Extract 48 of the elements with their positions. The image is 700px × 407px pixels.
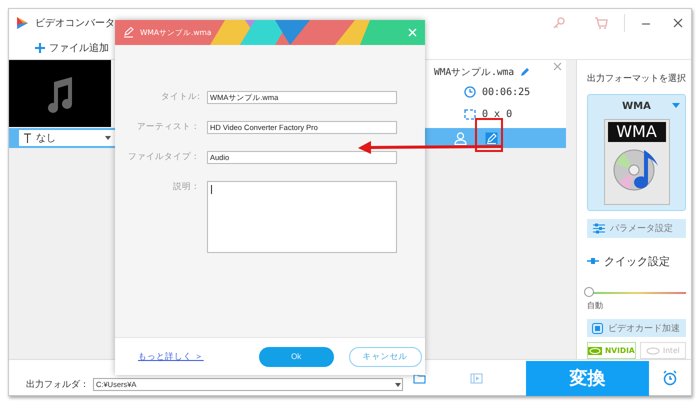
duration: 00:06:25 [482,86,530,98]
format-name: WMA [622,101,651,112]
output-folder-label: 出力フォルダ： [26,378,89,391]
subtitle-dropdown[interactable]: なし [19,130,115,146]
alarm-clock-icon[interactable] [662,370,678,386]
parameter-settings-button[interactable]: パラメータ設定 [587,218,686,238]
key-icon[interactable] [552,16,566,30]
field-label: タイトル: [160,91,200,104]
oval-logo-icon [646,346,660,354]
window-title: ビデオコンバータ [35,17,115,30]
person-icon[interactable] [454,132,467,144]
video-folder-icon[interactable] [470,372,483,384]
text-area[interactable] [207,181,397,253]
field-label: 説明： [172,181,200,194]
field-label: アーティスト： [136,121,200,134]
sliders-icon [593,222,605,234]
text-icon [23,133,32,143]
subtitle-value: なし [36,132,56,145]
dropdown-icon[interactable] [672,103,680,108]
plus-icon [35,43,45,53]
more-info-link[interactable]: もっと詳しく ＞ [138,350,204,362]
slider-label: 自動 [587,300,604,312]
caret-icon [105,136,111,140]
slider-thumb[interactable] [584,286,594,297]
clock-icon [464,86,476,98]
format-selector[interactable]: WMA WMA [587,94,686,211]
resolution: 0 x 0 [482,108,512,120]
folder-icon[interactable] [413,372,426,384]
chip-icon [592,322,603,334]
slider-icon [587,258,599,264]
pencil-icon[interactable] [520,67,530,77]
highlight-frame [475,118,503,152]
resolution-icon [464,108,476,120]
format-icon-label: WMA [608,122,666,142]
eye-logo-icon [588,346,602,354]
cart-icon[interactable] [594,16,608,30]
field-label: ファイルタイプ： [127,151,200,164]
panel-heading: 出力フォーマットを選択 [587,72,686,85]
edit-icon[interactable] [485,132,498,144]
caret-icon [395,382,401,386]
gpu-acceleration-button[interactable]: ビデオカード加速 [587,319,686,337]
edit-icon [123,27,134,38]
file-name: WMAサンプル.wma [434,66,514,78]
close-icon[interactable] [673,18,683,28]
add-file-button[interactable]: ファイル追加 [35,41,109,55]
app-logo-icon [15,16,29,30]
quality-slider[interactable] [587,286,686,298]
quick-settings-label: クイック設定 [604,254,670,269]
